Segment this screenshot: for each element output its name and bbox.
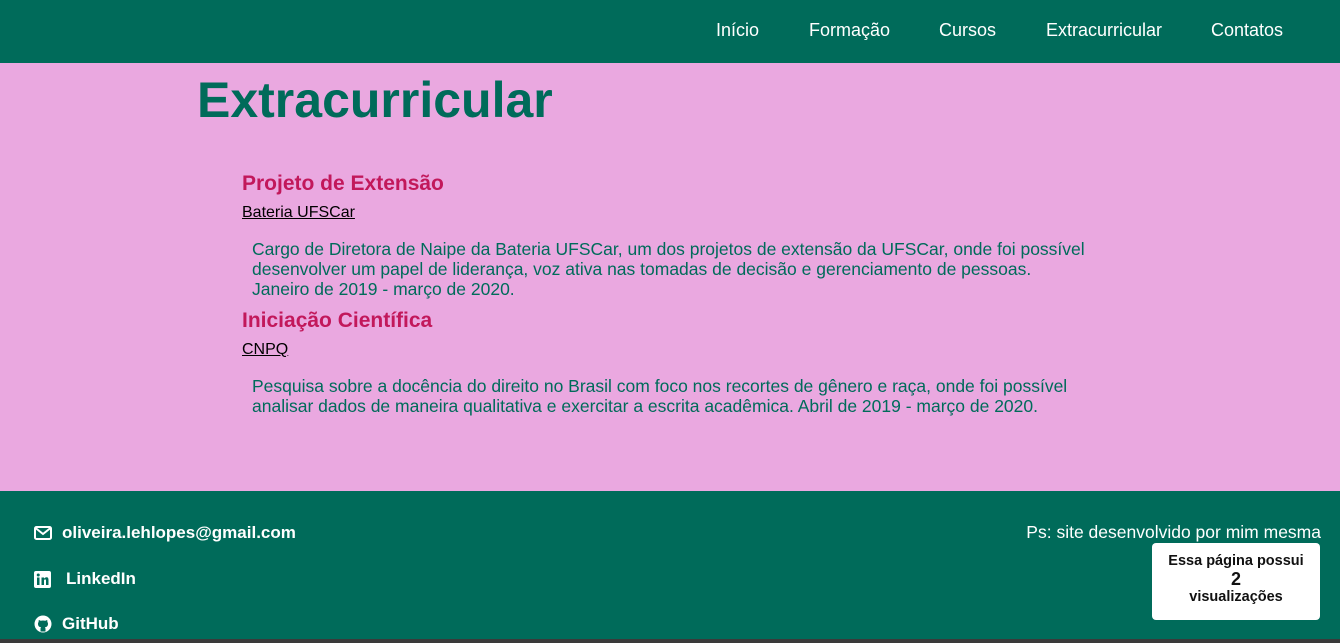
github-icon	[34, 615, 52, 633]
section-heading-extensao: Projeto de Extensão	[242, 172, 444, 195]
link-cnpq[interactable]: CNPQ	[242, 341, 288, 359]
section-heading-iniciacao: Iniciação Científica	[242, 309, 433, 332]
credit-text: Ps: site desenvolvido por mim mesma	[1026, 522, 1321, 542]
nav-cursos[interactable]: Cursos	[939, 20, 996, 41]
linkedin-icon	[34, 570, 51, 588]
footer: oliveira.lehlopes@gmail.com LinkedIn Git…	[0, 491, 1340, 643]
linkedin-text: LinkedIn	[66, 569, 136, 588]
linkedin-contact[interactable]: LinkedIn	[34, 569, 136, 589]
link-bateria-ufscar[interactable]: Bateria UFSCar	[242, 204, 355, 222]
page-title: Extracurricular	[197, 72, 553, 128]
section-description-extensao: Cargo de Diretora de Naipe da Bateria UF…	[252, 239, 1085, 299]
view-counter-label-top: Essa página possui	[1168, 553, 1304, 569]
github-contact[interactable]: GitHub	[34, 614, 119, 634]
email-contact[interactable]: oliveira.lehlopes@gmail.com	[34, 523, 296, 543]
view-counter: Essa página possui 2 visualizações	[1152, 543, 1320, 620]
nav-inicio[interactable]: Início	[716, 20, 759, 41]
section-description-iniciacao: Pesquisa sobre a docência do direito no …	[252, 376, 1068, 416]
main-content: Extracurricular Projeto de Extensão Bate…	[0, 63, 1340, 491]
nav-formacao[interactable]: Formação	[809, 20, 890, 41]
email-text: oliveira.lehlopes@gmail.com	[62, 523, 296, 542]
view-counter-label-bottom: visualizações	[1189, 589, 1283, 605]
envelope-icon	[34, 526, 52, 540]
nav-contatos[interactable]: Contatos	[1211, 20, 1283, 41]
bottom-scrollbar[interactable]	[0, 639, 1340, 643]
view-counter-count: 2	[1230, 569, 1241, 589]
github-text: GitHub	[62, 614, 119, 633]
nav-extracurricular[interactable]: Extracurricular	[1046, 20, 1162, 41]
top-navbar: Início Formação Cursos Extracurricular C…	[0, 0, 1340, 63]
